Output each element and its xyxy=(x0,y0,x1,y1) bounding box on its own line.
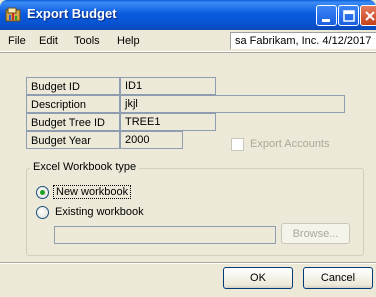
export-accounts-label: Export Accounts xyxy=(250,138,330,150)
existing-workbook-radio[interactable] xyxy=(36,206,49,219)
app-icon xyxy=(5,7,22,22)
menu-divider-shadow xyxy=(0,52,376,53)
browse-button[interactable]: Browse... xyxy=(281,223,350,244)
description-label: Description xyxy=(26,95,120,113)
budget-tree-id-field[interactable]: TREE1 xyxy=(120,113,216,131)
ok-button[interactable]: OK xyxy=(223,267,293,289)
budget-tree-id-label: Budget Tree ID xyxy=(26,113,120,131)
budget-id-label: Budget ID xyxy=(26,77,120,95)
description-field[interactable]: jkjl xyxy=(120,95,345,113)
budget-year-label: Budget Year xyxy=(26,131,120,149)
budget-year-field[interactable]: 2000 xyxy=(120,131,183,149)
system-info: sa Fabrikam, Inc. 4/12/2017 xyxy=(230,32,376,49)
window-title: Export Budget xyxy=(27,6,117,21)
export-budget-window: Export Budget File Edit Tools Help sa Fa… xyxy=(0,0,376,297)
existing-workbook-label[interactable]: Existing workbook xyxy=(55,206,144,218)
menu-edit[interactable]: Edit xyxy=(39,35,58,47)
footer-divider-highlight xyxy=(0,263,376,264)
maximize-icon xyxy=(343,10,355,22)
excel-workbook-group-title: Excel Workbook type xyxy=(30,161,140,173)
cancel-button[interactable]: Cancel xyxy=(303,267,373,289)
menu-tools[interactable]: Tools xyxy=(74,35,100,47)
close-button[interactable] xyxy=(360,5,376,26)
minimize-button[interactable] xyxy=(316,5,337,26)
menu-help[interactable]: Help xyxy=(117,35,140,47)
export-accounts-checkbox[interactable] xyxy=(231,138,244,151)
close-icon xyxy=(365,11,375,21)
new-workbook-label[interactable]: New workbook xyxy=(53,185,132,199)
title-bar[interactable]: Export Budget xyxy=(0,0,376,30)
workbook-path-field[interactable] xyxy=(54,226,276,244)
new-workbook-radio[interactable] xyxy=(36,186,49,199)
budget-id-field[interactable]: ID1 xyxy=(120,77,216,95)
maximize-button[interactable] xyxy=(338,5,359,26)
minimize-icon xyxy=(322,19,330,22)
menu-file[interactable]: File xyxy=(8,35,26,47)
radio-selected-dot xyxy=(40,190,45,195)
